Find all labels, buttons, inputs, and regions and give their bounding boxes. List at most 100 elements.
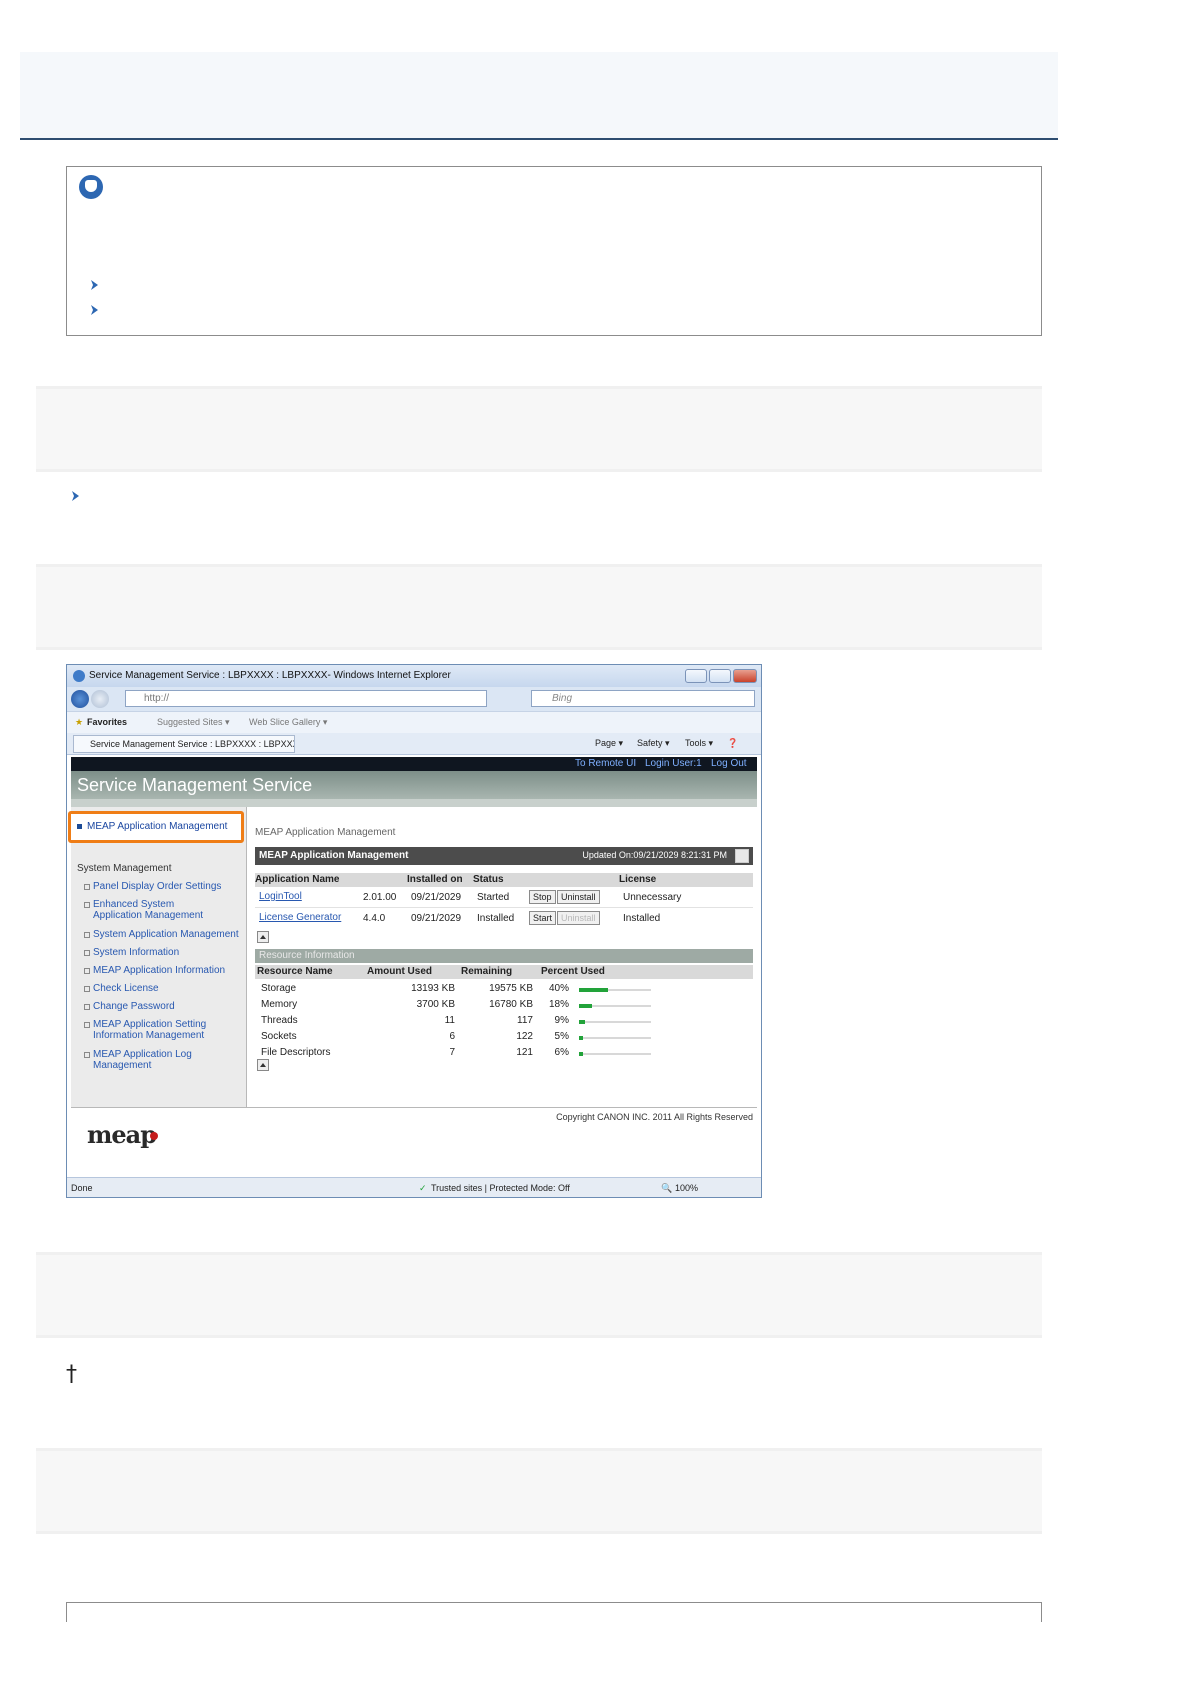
- sidebar-item-meap-application-management[interactable]: MEAP Application Management: [68, 811, 244, 843]
- col-resource-name: Resource Name: [257, 966, 333, 977]
- resource-percent: 5%: [554, 1031, 569, 1042]
- sms-title-strip: [71, 799, 757, 807]
- remote-ui-link[interactable]: To Remote UI: [575, 758, 636, 769]
- page-header: [20, 52, 1058, 140]
- usage-bar: [579, 1004, 651, 1008]
- favorites-star-icon[interactable]: ★: [75, 717, 83, 728]
- sidebar-item-meap-app-log[interactable]: MEAP Application Log Management: [84, 1049, 203, 1071]
- status-done: Done: [71, 1183, 93, 1193]
- zoom-icon[interactable]: 🔍: [661, 1183, 672, 1194]
- help-icon[interactable]: ❓: [727, 738, 738, 749]
- app-version: 2.01.00: [363, 892, 397, 903]
- uninstall-button: Uninstall: [557, 911, 600, 925]
- web-slice-gallery-link[interactable]: Web Slice Gallery ▾: [249, 717, 327, 728]
- usage-bar-fill: [579, 1020, 585, 1024]
- resource-name: File Descriptors: [261, 1047, 331, 1058]
- page-menu[interactable]: Page ▾: [595, 738, 623, 749]
- address-input[interactable]: http://: [125, 690, 487, 707]
- zoom-level[interactable]: 100%: [675, 1183, 698, 1193]
- resource-percent: 18%: [548, 999, 569, 1010]
- sms-top-bar: To Remote UI Login User:1 Log Out: [71, 757, 757, 771]
- maximize-button[interactable]: [709, 669, 731, 683]
- stop-button[interactable]: Stop: [529, 890, 556, 904]
- bullet-icon: [77, 824, 82, 829]
- resource-used: 11: [444, 1015, 455, 1026]
- collapse-icon[interactable]: [257, 1059, 269, 1071]
- sidebar-item-enhanced-system-app[interactable]: Enhanced System Application Management: [84, 899, 223, 921]
- sidebar-item-meap-app-setting[interactable]: MEAP Application Setting Information Man…: [84, 1019, 215, 1041]
- step-band-2: [36, 564, 1042, 650]
- usage-bar: [579, 988, 651, 992]
- logout-link[interactable]: Log Out: [711, 758, 747, 769]
- ie-logo-icon: [73, 670, 85, 682]
- col-percent-used: Percent Used: [541, 966, 605, 977]
- resource-remaining: 117: [517, 1015, 533, 1026]
- safety-menu[interactable]: Safety ▾: [637, 738, 670, 749]
- sidebar-item-change-password[interactable]: Change Password: [84, 1001, 223, 1012]
- dagger-mark: †: [66, 1362, 77, 1387]
- browser-status-bar: Done ✓ Trusted sites | Protected Mode: O…: [67, 1177, 761, 1197]
- forward-icon[interactable]: [91, 690, 109, 708]
- row-divider: [255, 907, 753, 908]
- important-note-box: [66, 166, 1042, 336]
- sidebar-item-system-information[interactable]: System Information: [84, 947, 223, 958]
- app-name-link[interactable]: License Generator: [259, 912, 341, 923]
- sidebar-item-check-license[interactable]: Check License: [84, 983, 223, 994]
- favorites-button[interactable]: Favorites: [87, 717, 127, 727]
- sms-title: Service Management Service: [71, 771, 757, 799]
- col-status: Status: [473, 874, 504, 885]
- sidebar-item-panel-display[interactable]: Panel Display Order Settings: [84, 881, 223, 892]
- browser-tab[interactable]: Service Management Service : LBPXXXX : L…: [73, 735, 295, 753]
- browser-screenshot: Service Management Service : LBPXXXX : L…: [66, 664, 762, 1198]
- col-amount-used: Amount Used: [367, 966, 432, 977]
- app-section-header: MEAP Application Management Updated On:0…: [255, 847, 753, 865]
- close-button[interactable]: [733, 669, 757, 683]
- login-user-label: Login User:1: [645, 758, 702, 769]
- resource-name: Sockets: [261, 1031, 297, 1042]
- back-icon[interactable]: [71, 690, 89, 708]
- resource-remaining: 16780 KB: [489, 999, 533, 1010]
- window-title: Service Management Service : LBPXXXX : L…: [89, 670, 451, 681]
- usage-bar-fill: [579, 1036, 583, 1040]
- sidebar-item-meap-app-information[interactable]: MEAP Application Information: [84, 965, 233, 976]
- favorites-bar: ★ Favorites Suggested Sites ▾ Web Slice …: [67, 711, 761, 733]
- usage-bar-fill: [579, 988, 608, 992]
- step-band-3: [36, 1252, 1042, 1338]
- resource-remaining: 122: [516, 1031, 533, 1042]
- address-bar: http:// Bing: [67, 687, 761, 711]
- meap-logo: meap: [87, 1120, 158, 1149]
- resource-used: 7: [449, 1047, 455, 1058]
- app-status: Installed: [477, 913, 515, 924]
- sidebar-item-system-app-management[interactable]: System Application Management: [84, 929, 243, 940]
- collapse-icon[interactable]: [257, 931, 269, 943]
- bottom-box: [66, 1602, 1042, 1622]
- link-arrow-icon[interactable]: [89, 279, 101, 291]
- sms-footer: Copyright CANON INC. 2011 All Rights Res…: [71, 1107, 757, 1177]
- app-status: Started: [477, 892, 510, 903]
- refresh-icon[interactable]: [735, 849, 749, 863]
- suggested-sites-link[interactable]: Suggested Sites ▾: [157, 717, 230, 728]
- resource-remaining: 121: [516, 1047, 533, 1058]
- checkmark-icon: ✓: [419, 1183, 427, 1193]
- uninstall-button[interactable]: Uninstall: [557, 890, 600, 904]
- resource-section-header: Resource Information: [255, 949, 753, 963]
- link-arrow-icon[interactable]: [89, 304, 101, 316]
- minimize-button[interactable]: [685, 669, 707, 683]
- tools-menu[interactable]: Tools ▾: [685, 738, 713, 749]
- sms-main-pane: MEAP Application Management MEAP Applica…: [251, 807, 757, 1107]
- app-version: 4.4.0: [363, 913, 386, 924]
- search-input[interactable]: Bing: [531, 690, 755, 707]
- window-titlebar: Service Management Service : LBPXXXX : L…: [67, 665, 761, 687]
- app-installed-date: 09/21/2029: [411, 892, 462, 903]
- start-button[interactable]: Start: [529, 911, 557, 925]
- usage-bar-fill: [579, 1004, 592, 1008]
- command-bar: Service Management Service : LBPXXXX : L…: [67, 733, 761, 755]
- resource-percent: 6%: [554, 1047, 569, 1058]
- usage-bar: [579, 1036, 651, 1040]
- link-arrow-icon[interactable]: [70, 490, 82, 502]
- col-remaining: Remaining: [461, 966, 513, 977]
- resource-percent: 9%: [554, 1015, 569, 1026]
- resource-used: 6: [449, 1031, 455, 1042]
- app-name-link[interactable]: LoginTool: [259, 891, 302, 902]
- resource-name: Threads: [261, 1015, 298, 1026]
